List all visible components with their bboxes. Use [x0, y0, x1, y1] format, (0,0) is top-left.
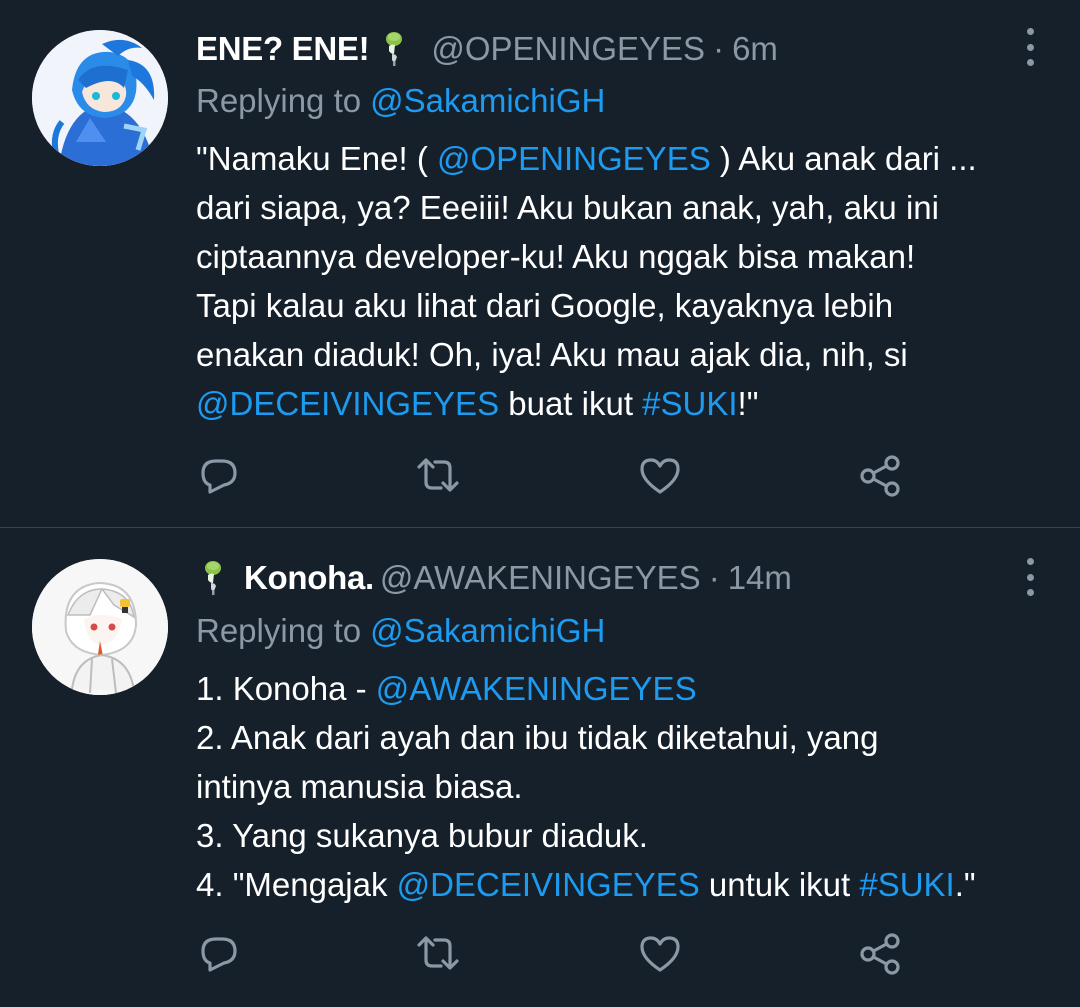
avatar-image — [32, 559, 168, 695]
text-segment: 3. Yang sukanya bubur diaduk. — [196, 817, 648, 854]
tweet-text-line: enakan diaduk! Oh, iya! Aku mau ajak dia… — [196, 330, 1056, 379]
tweet-text-line: dari siapa, ya? Eeeiii! Aku bukan anak, … — [196, 183, 1056, 232]
skewer-emoji — [383, 32, 407, 66]
text-segment: ) Aku anak dari ... — [710, 140, 977, 177]
tweet-header: Konoha. @AWAKENINGEYES · 14m — [196, 555, 1000, 601]
text-segment: 4. "Mengajak — [196, 866, 397, 903]
display-name[interactable]: Konoha. — [244, 555, 374, 601]
tweet-header: ENE? ENE! @OPENINGEYES · 6m — [196, 26, 1000, 72]
share-icon — [860, 455, 900, 497]
share-button[interactable] — [857, 452, 903, 498]
replying-to: Replying to @SakamichiGH — [196, 78, 605, 124]
mention-link[interactable]: @DECEIVINGEYES — [196, 385, 499, 422]
tweet-text-line: 1. Konoha - @AWAKENINGEYES — [196, 664, 1056, 713]
hashtag-link[interactable]: #SUKI — [642, 385, 737, 422]
text-segment: 2. Anak dari ayah dan ibu tidak diketahu… — [196, 719, 879, 756]
tweet-text-line: 4. "Mengajak @DECEIVINGEYES untuk ikut #… — [196, 860, 1056, 909]
text-segment: ." — [954, 866, 976, 903]
retweet-button[interactable] — [415, 930, 461, 976]
text-segment: !" — [737, 385, 759, 422]
reply-icon — [201, 937, 237, 972]
text-segment: "Namaku Ene! ( — [196, 140, 437, 177]
text-segment: enakan diaduk! Oh, iya! Aku mau ajak dia… — [196, 336, 908, 373]
text-segment: untuk ikut — [699, 866, 860, 903]
replying-label: Replying to — [196, 82, 362, 119]
reply-icon — [201, 459, 237, 494]
tweet-text: 1. Konoha - @AWAKENINGEYES 2. Anak dari a… — [196, 664, 1056, 909]
tweet-text-line: intinya manusia biasa. — [196, 762, 1056, 811]
text-segment: Tapi kalau aku lihat dari Google, kayakn… — [196, 287, 894, 324]
more-vertical-icon[interactable] — [1020, 28, 1040, 66]
replying-to: Replying to @SakamichiGH — [196, 608, 605, 654]
retweet-icon — [417, 458, 459, 492]
handle[interactable]: @OPENINGEYES — [431, 26, 705, 72]
avatar-image — [32, 30, 168, 166]
retweet-button[interactable] — [415, 452, 461, 498]
mention-link[interactable]: @DECEIVINGEYES — [397, 866, 700, 903]
tweet[interactable]: Konoha. @AWAKENINGEYES · 14m Replying to… — [0, 528, 1080, 1007]
tweet-text-line: 2. Anak dari ayah dan ibu tidak diketahu… — [196, 713, 1056, 762]
separator-dot: · — [708, 559, 720, 596]
avatar[interactable] — [32, 30, 168, 166]
text-segment: dari siapa, ya? Eeeiii! Aku bukan anak, … — [196, 189, 939, 226]
replying-mention[interactable]: @SakamichiGH — [370, 82, 605, 119]
tweet[interactable]: ENE? ENE! @OPENINGEYES · 6m Replying to @… — [0, 0, 1080, 528]
reply-button[interactable] — [196, 452, 242, 498]
skewer-emoji — [202, 561, 226, 595]
display-name[interactable]: ENE? ENE! — [196, 26, 370, 72]
separator-dot: · — [713, 30, 725, 67]
tweet-text-line: ciptaannya developer-ku! Aku nggak bisa … — [196, 232, 1056, 281]
text-segment: intinya manusia biasa. — [196, 768, 523, 805]
like-button[interactable] — [637, 930, 683, 976]
heart-icon — [640, 936, 680, 972]
tweet-actions — [196, 452, 916, 502]
avatar[interactable] — [32, 559, 168, 695]
timestamp[interactable]: 6m — [732, 26, 778, 72]
tweet-text-line: "Namaku Ene! ( @OPENINGEYES ) Aku anak d… — [196, 134, 1056, 183]
text-segment: 1. Konoha - — [196, 670, 376, 707]
handle[interactable]: @AWAKENINGEYES — [380, 555, 701, 601]
tweet-text-line: Tapi kalau aku lihat dari Google, kayakn… — [196, 281, 1056, 330]
replying-label: Replying to — [196, 612, 362, 649]
timestamp[interactable]: 14m — [728, 555, 792, 601]
mention-link[interactable]: @AWAKENINGEYES — [376, 670, 697, 707]
share-button[interactable] — [857, 930, 903, 976]
reply-button[interactable] — [196, 930, 242, 976]
tweet-text-line: @DECEIVINGEYES buat ikut #SUKI!" — [196, 379, 1056, 428]
retweet-icon — [417, 936, 459, 970]
mention-link[interactable]: @OPENINGEYES — [437, 140, 711, 177]
timeline-feed: ENE? ENE! @OPENINGEYES · 6m Replying to @… — [0, 0, 1080, 1007]
text-segment: buat ikut — [499, 385, 643, 422]
hashtag-link[interactable]: #SUKI — [859, 866, 954, 903]
like-button[interactable] — [637, 452, 683, 498]
replying-mention[interactable]: @SakamichiGH — [370, 612, 605, 649]
more-vertical-icon[interactable] — [1020, 558, 1040, 596]
share-icon — [860, 933, 900, 975]
tweet-text: "Namaku Ene! ( @OPENINGEYES ) Aku anak d… — [196, 134, 1056, 428]
tweet-text-line: 3. Yang sukanya bubur diaduk. — [196, 811, 1056, 860]
heart-icon — [640, 458, 680, 494]
tweet-actions — [196, 930, 916, 980]
text-segment: ciptaannya developer-ku! Aku nggak bisa … — [196, 238, 916, 275]
